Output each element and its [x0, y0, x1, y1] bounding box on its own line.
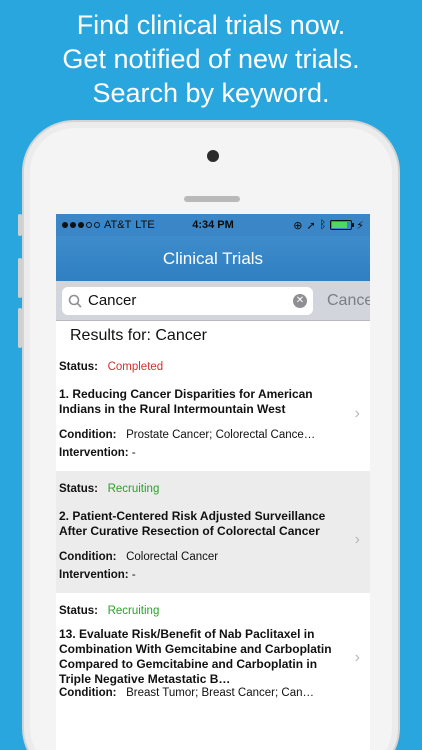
- network-type: LTE: [135, 219, 155, 231]
- condition-label: Condition:: [59, 687, 117, 699]
- nav-title: Clinical Trials: [162, 248, 264, 268]
- bluetooth-icon: ᛒ: [319, 219, 327, 231]
- condition-value: Breast Tumor; Breast Cancer; Can…: [126, 687, 314, 699]
- search-input[interactable]: [88, 292, 287, 309]
- status-bar: AT&T LTE 4:34 PM ⊕ ➚ ᛒ ⚡: [56, 214, 370, 236]
- volume-up-button: [18, 258, 22, 298]
- search-field[interactable]: ✕: [62, 286, 313, 315]
- status-value: Completed: [107, 361, 164, 373]
- trial-title: 1. Reducing Cancer Disparities for Ameri…: [59, 387, 313, 416]
- intervention-label: Intervention:: [59, 569, 129, 581]
- battery-icon: [330, 220, 355, 230]
- status-label: Status:: [59, 605, 98, 617]
- promo-headline: Find clinical trials now. Get notified o…: [0, 8, 422, 110]
- chevron-right-icon: ›: [354, 405, 360, 422]
- volume-down-button: [18, 308, 22, 348]
- chevron-right-icon: ›: [354, 649, 360, 666]
- promo-line-2: Get notified of new trials.: [62, 44, 360, 74]
- chevron-right-icon: ›: [354, 531, 360, 548]
- intervention-value: -: [131, 569, 136, 581]
- condition-label: Condition:: [59, 551, 117, 563]
- mute-switch: [18, 214, 22, 236]
- intervention-label: Intervention:: [59, 447, 129, 459]
- search-bar: ✕ Cancel: [56, 281, 370, 321]
- condition-label: Condition:: [59, 429, 117, 441]
- location-icon: ➚: [306, 219, 316, 232]
- carrier-name: AT&T: [104, 219, 132, 231]
- trial-title: 13. Evaluate Risk/Benefit of Nab Paclita…: [59, 627, 332, 686]
- promo-line-3: Search by keyword.: [92, 78, 330, 108]
- trial-title: 2. Patient-Centered Risk Adjusted Survei…: [59, 509, 326, 538]
- search-icon: [68, 294, 82, 308]
- cancel-button[interactable]: Cancel: [321, 292, 370, 310]
- nav-bar: Clinical Trials: [56, 236, 370, 281]
- intervention-value: -: [131, 447, 136, 459]
- condition-value: Colorectal Cancer: [126, 551, 219, 563]
- status-label: Status:: [59, 483, 98, 495]
- phone-frame: AT&T LTE 4:34 PM ⊕ ➚ ᛒ ⚡ Clinical Trials: [18, 120, 400, 750]
- phone-screen: AT&T LTE 4:34 PM ⊕ ➚ ᛒ ⚡ Clinical Trials: [56, 214, 370, 750]
- charging-icon: ⚡: [356, 219, 364, 232]
- signal-icon: [62, 222, 100, 228]
- rotation-lock-icon: ⊕: [293, 219, 303, 232]
- condition-value: Prostate Cancer; Colorectal Cance…: [126, 429, 316, 441]
- promo-line-1: Find clinical trials now.: [76, 10, 346, 40]
- results-header: Results for: Cancer: [70, 327, 207, 344]
- clear-search-icon[interactable]: ✕: [293, 293, 307, 308]
- front-camera: [207, 150, 219, 162]
- result-row-2[interactable]: Status: Recruiting 2. Patient-Centered R…: [56, 471, 370, 593]
- status-value: Recruiting: [107, 605, 160, 617]
- result-row-1[interactable]: Status: Completed 1. Reducing Cancer Dis…: [56, 349, 370, 471]
- result-row-3[interactable]: Status: Recruiting 13. Evaluate Risk/Ben…: [56, 593, 370, 711]
- earpiece-speaker: [184, 196, 240, 202]
- status-value: Recruiting: [107, 483, 160, 495]
- status-label: Status:: [59, 361, 98, 373]
